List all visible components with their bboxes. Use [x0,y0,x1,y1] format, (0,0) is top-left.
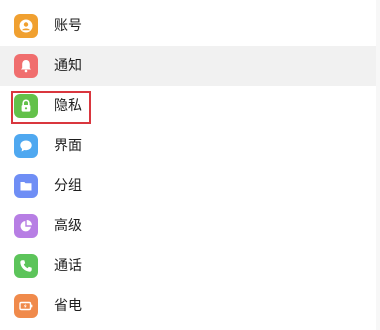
menu-item-privacy[interactable]: 隐私 [0,86,380,126]
scrollbar-track[interactable] [376,0,380,330]
menu-item-label: 界面 [54,138,82,154]
battery-icon [14,294,38,318]
chat-bubble-icon [14,134,38,158]
menu-item-account[interactable]: 账号 [0,6,380,46]
menu-item-interface[interactable]: 界面 [0,126,380,166]
bell-icon [14,54,38,78]
phone-icon [14,254,38,278]
lock-icon [14,94,38,118]
menu-item-groups[interactable]: 分组 [0,166,380,206]
menu-item-label: 高级 [54,218,82,234]
menu-item-calls[interactable]: 通话 [0,246,380,286]
menu-item-label: 分组 [54,178,82,194]
menu-item-advanced[interactable]: 高级 [0,206,380,246]
pie-chart-icon [14,214,38,238]
account-icon [14,14,38,38]
menu-item-power-saving[interactable]: 省电 [0,286,380,326]
menu-item-label: 通话 [54,258,82,274]
menu-item-label: 隐私 [54,98,82,114]
folder-icon [14,174,38,198]
menu-item-label: 账号 [54,18,82,34]
menu-item-label: 通知 [54,58,82,74]
menu-item-notifications[interactable]: 通知 [0,46,380,86]
menu-item-label: 省电 [54,298,82,314]
